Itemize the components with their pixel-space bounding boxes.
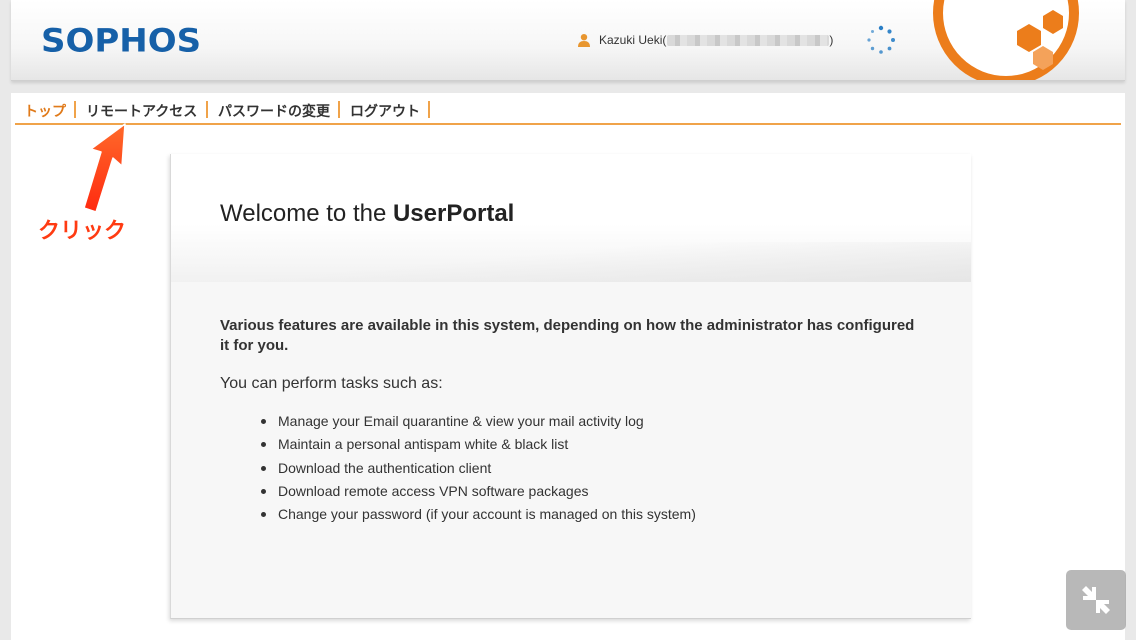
nav-item-remote-access[interactable]: リモートアクセス [86,101,197,121]
nav-item-logout[interactable]: ログアウト [350,101,420,121]
list-item: Download remote access VPN software pack… [220,483,696,506]
user-info: Kazuki Ueki( ) [577,33,833,47]
nav-separator [206,101,208,118]
exit-fullscreen-button[interactable] [1066,570,1126,630]
nav-item-top[interactable]: トップ [24,101,66,121]
exit-fullscreen-icon [1082,586,1110,614]
nav-separator [74,101,76,118]
content-area: トップ リモートアクセス パスワードの変更 ログアウト Welcome to t… [11,93,1125,640]
task-list: Manage your Email quarantine & view your… [220,413,696,529]
top-navigation: トップ リモートアクセス パスワードの変更 ログアウト [15,93,1121,125]
sophos-logo[interactable]: SOPHOS [41,22,201,60]
sophos-emblem-icon [933,0,1079,80]
user-name-suffix: ) [829,33,834,47]
app-header: SOPHOS Kazuki Ueki( ) [11,0,1125,81]
user-name: Kazuki Ueki( [599,33,667,47]
nav-item-change-password[interactable]: パスワードの変更 [218,101,330,121]
welcome-panel: Welcome to the UserPortal Various featur… [170,154,971,619]
page-title-bold: UserPortal [392,200,515,227]
list-item: Change your password (if your account is… [220,506,696,529]
page-title: Welcome to the UserPortal [220,200,514,228]
list-item: Maintain a personal antispam white & bla… [220,436,696,459]
person-icon [578,34,590,47]
tasks-title: You can perform tasks such as: [220,375,443,392]
loading-spinner-icon [867,25,895,54]
intro-text: Various features are available in this s… [220,317,915,354]
nav-separator [338,101,340,118]
list-item: Manage your Email quarantine & view your… [220,413,696,436]
list-item: Download the authentication client [220,460,696,483]
page-title-prefix: Welcome to the [220,200,393,227]
nav-separator [428,101,430,118]
redacted-email [667,34,830,46]
